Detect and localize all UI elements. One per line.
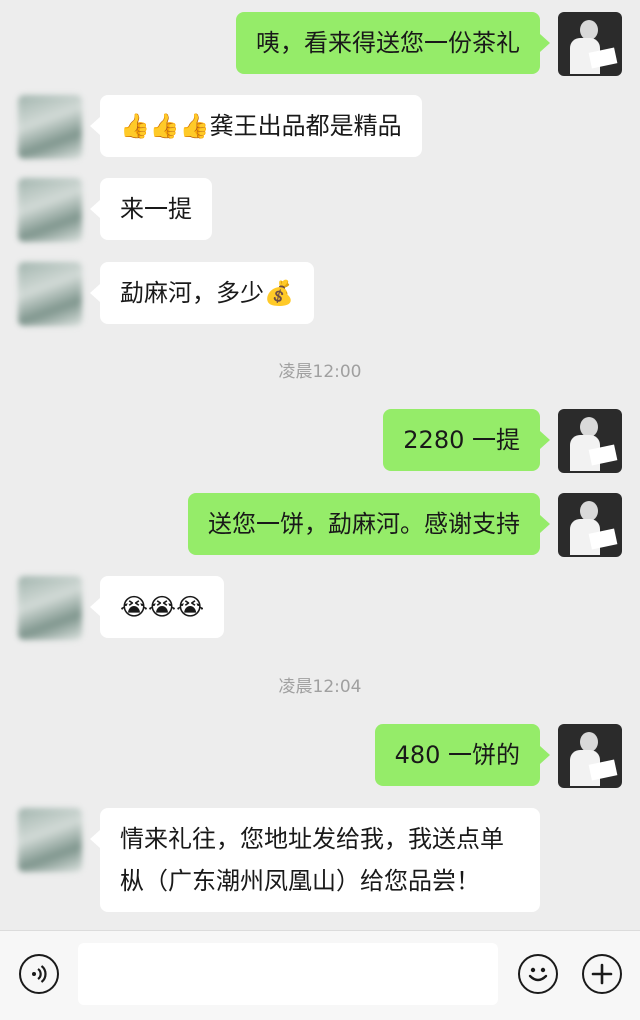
message-bubble-received[interactable]: 情来礼往，您地址发给我，我送点单枞（广东潮州凤凰山）给您品尝！: [90, 808, 540, 912]
emoji-button[interactable]: [518, 954, 558, 994]
message-bubble-sent[interactable]: 咦，看来得送您一份茶礼: [236, 12, 550, 74]
more-button[interactable]: [582, 954, 622, 994]
my-avatar[interactable]: [558, 724, 622, 788]
message-bubble-received[interactable]: 来一提: [90, 178, 212, 240]
my-avatar[interactable]: [558, 12, 622, 76]
contact-avatar[interactable]: [18, 95, 82, 159]
emoji-icon: [528, 967, 548, 982]
timestamp: 凌晨12:04: [278, 677, 362, 697]
message-bubble-received[interactable]: 勐麻河，多少💰: [90, 262, 314, 324]
message-bubble-sent[interactable]: 送您一饼，勐麻河。感谢支持: [188, 493, 550, 555]
chat-area[interactable]: 咦，看来得送您一份茶礼 👍👍👍龚王出品都是精品 来一提 勐麻河，多少💰 凌晨12…: [0, 0, 640, 930]
plus-icon: [591, 963, 613, 985]
message-bubble-sent[interactable]: 480 一饼的: [374, 724, 551, 786]
message-bubble-received[interactable]: 👍👍👍龚王出品都是精品: [90, 95, 422, 157]
contact-avatar[interactable]: [18, 808, 82, 872]
message-bubble-sent[interactable]: 2280 一提: [383, 409, 550, 471]
contact-avatar[interactable]: [18, 178, 82, 242]
timestamp: 凌晨12:00: [278, 362, 362, 382]
contact-avatar[interactable]: [18, 262, 82, 326]
message-input[interactable]: [78, 943, 498, 1005]
message-bubble-received[interactable]: 😭😭😭: [89, 576, 225, 638]
voice-button[interactable]: [19, 954, 59, 994]
my-avatar[interactable]: [558, 409, 622, 473]
input-bar: [0, 930, 640, 1020]
contact-avatar[interactable]: [18, 576, 82, 640]
voice-icon: [32, 965, 47, 983]
my-avatar[interactable]: [558, 493, 622, 557]
